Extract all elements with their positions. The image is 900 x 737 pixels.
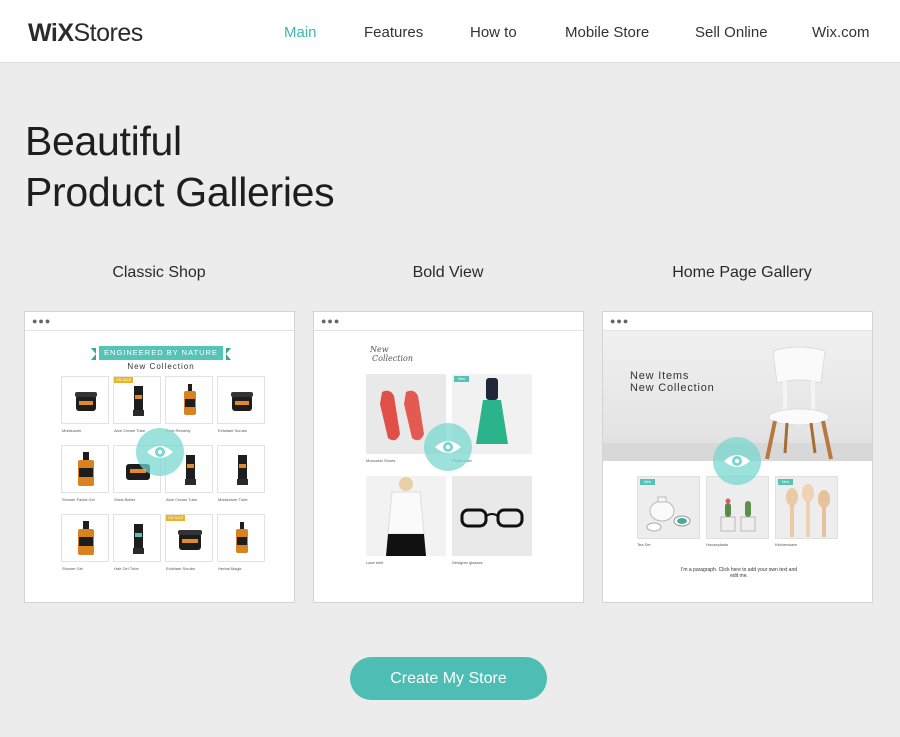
tube-product-image (133, 524, 144, 554)
window-dots-icon: ●●● (32, 316, 52, 326)
product-caption: Herbal Magic (218, 566, 242, 571)
product-caption: Aloe Cream Tube (114, 428, 146, 433)
product-caption: Tea Set (637, 542, 651, 547)
product-caption: Hair Gel Tube (114, 566, 139, 571)
bold-view-preview-card[interactable]: ●●● New Collection Moccasin Shoes New Pl… (313, 311, 584, 603)
bottle-product-image (78, 521, 94, 555)
product-tile[interactable]: Herbal Magic (217, 514, 265, 571)
gallery-title-classic-shop: Classic Shop (112, 264, 206, 281)
bold-script-line-2: Collection (372, 354, 414, 363)
lace-shirt-image (386, 477, 426, 556)
create-my-store-button[interactable]: Create My Store (350, 657, 547, 700)
product-tile[interactable]: Moisturizer Tube (217, 445, 265, 502)
eye-icon (147, 446, 173, 458)
kitchenware-image (786, 484, 830, 537)
hero-heading: Beautiful Product Galleries (25, 116, 335, 218)
hero-line-1: Beautiful (25, 118, 182, 164)
preview-eye-button[interactable] (713, 437, 761, 485)
product-caption: Aloe Cream Tube (166, 497, 198, 502)
product-tile[interactable]: Exfoliant Scrubs (217, 376, 265, 433)
browser-bar: ●●● (603, 312, 872, 331)
product-caption: Exfoliant Scrubs (218, 428, 247, 433)
glasses-image (460, 508, 524, 528)
product-tile[interactable]: Shower Gel (61, 514, 109, 571)
preview-eye-button[interactable] (424, 423, 472, 471)
tea-set-image (646, 496, 691, 532)
product-caption: Shower Gel (62, 566, 83, 571)
bottle-product-image (236, 522, 248, 553)
product-caption: Moisturizer Tube (218, 497, 248, 502)
jar-product-image (75, 392, 97, 411)
product-tile[interactable]: Shower Facial Gel (61, 445, 109, 502)
product-caption: Shower Facial Gel (62, 497, 95, 502)
bold-script-line-1: New (370, 345, 389, 354)
nav-main[interactable]: Main (284, 24, 317, 41)
gallery-title-home-page: Home Page Gallery (672, 264, 812, 281)
nav-mobile-store[interactable]: Mobile Store (565, 24, 649, 41)
jar-product-image (178, 530, 202, 550)
bottle-product-image (78, 452, 94, 486)
eye-icon (435, 441, 461, 453)
top-header: WiXStores Main Features How to Mobile St… (0, 0, 900, 63)
product-caption: Shea Butter (114, 497, 136, 502)
home-paragraph: I'm a paragraph. Click here to add your … (680, 567, 798, 579)
nav-how-to[interactable]: How to (470, 24, 517, 41)
product-tile[interactable]: Pure Remedy (165, 376, 213, 433)
product-tile[interactable] (452, 476, 532, 556)
product-caption: Kitchenware (775, 542, 798, 547)
product-caption: Moccasin Shoes (366, 458, 396, 463)
home-page-gallery-preview-card[interactable]: ●●● New Items New Collection New Tea Set… (602, 311, 873, 603)
home-hero-text: New Items New Collection (630, 370, 715, 394)
logo-wix-text: WiX (28, 19, 74, 47)
product-caption: Exfoliant Scrubs (166, 566, 195, 571)
preview-eye-button[interactable] (136, 428, 184, 476)
product-tile[interactable]: New (637, 476, 700, 539)
wix-stores-logo[interactable]: WiXStores (28, 19, 143, 48)
browser-bar: ●●● (314, 312, 583, 331)
product-tile[interactable]: ON SALE Exfoliant Scrubs (165, 514, 213, 571)
nav-features[interactable]: Features (364, 24, 423, 41)
sale-badge: ON SALE (114, 377, 134, 383)
product-tile[interactable] (706, 476, 769, 539)
gallery-title-bold-view: Bold View (412, 264, 484, 281)
nav-sell-online[interactable]: Sell Online (695, 24, 768, 41)
product-tile[interactable]: ON SALE Aloe Cream Tube (113, 376, 161, 433)
home-hero-line-2: New Collection (630, 382, 715, 394)
window-dots-icon: ●●● (321, 316, 341, 326)
browser-bar: ●●● (25, 312, 294, 331)
home-hero-line-1: New Items (630, 370, 690, 382)
houseplants-image (720, 498, 756, 532)
product-caption: Designer glasses (452, 560, 483, 565)
new-badge: New (778, 479, 794, 485)
jar-product-image (231, 392, 253, 411)
product-caption: Moisturizer (62, 428, 82, 433)
eye-icon (724, 455, 750, 467)
new-badge: New (454, 376, 470, 382)
product-tile[interactable]: New (775, 476, 838, 539)
tube-product-image (237, 455, 248, 485)
classic-shop-preview-card[interactable]: ●●● ENGINEERED BY NATURE New Collection … (24, 311, 295, 603)
engineered-ribbon: ENGINEERED BY NATURE (91, 346, 231, 360)
product-tile[interactable]: Hair Gel Tube (113, 514, 161, 571)
product-tile[interactable] (366, 476, 446, 556)
sale-badge: ON SALE (166, 515, 186, 521)
bold-script-title: New Collection (370, 345, 413, 363)
product-caption: Houseplants (706, 542, 729, 547)
nav-wix-com[interactable]: Wix.com (812, 24, 870, 41)
classic-new-collection-label: New Collection (127, 362, 195, 371)
tube-product-image (133, 386, 144, 416)
new-badge: New (640, 479, 656, 485)
bottle-product-image (184, 384, 196, 415)
hero-line-2: Product Galleries (25, 169, 335, 215)
logo-stores-text: Stores (73, 19, 144, 47)
product-tile[interactable]: Moisturizer (61, 376, 109, 433)
window-dots-icon: ●●● (610, 316, 630, 326)
product-caption: Lace shirt (366, 560, 384, 565)
